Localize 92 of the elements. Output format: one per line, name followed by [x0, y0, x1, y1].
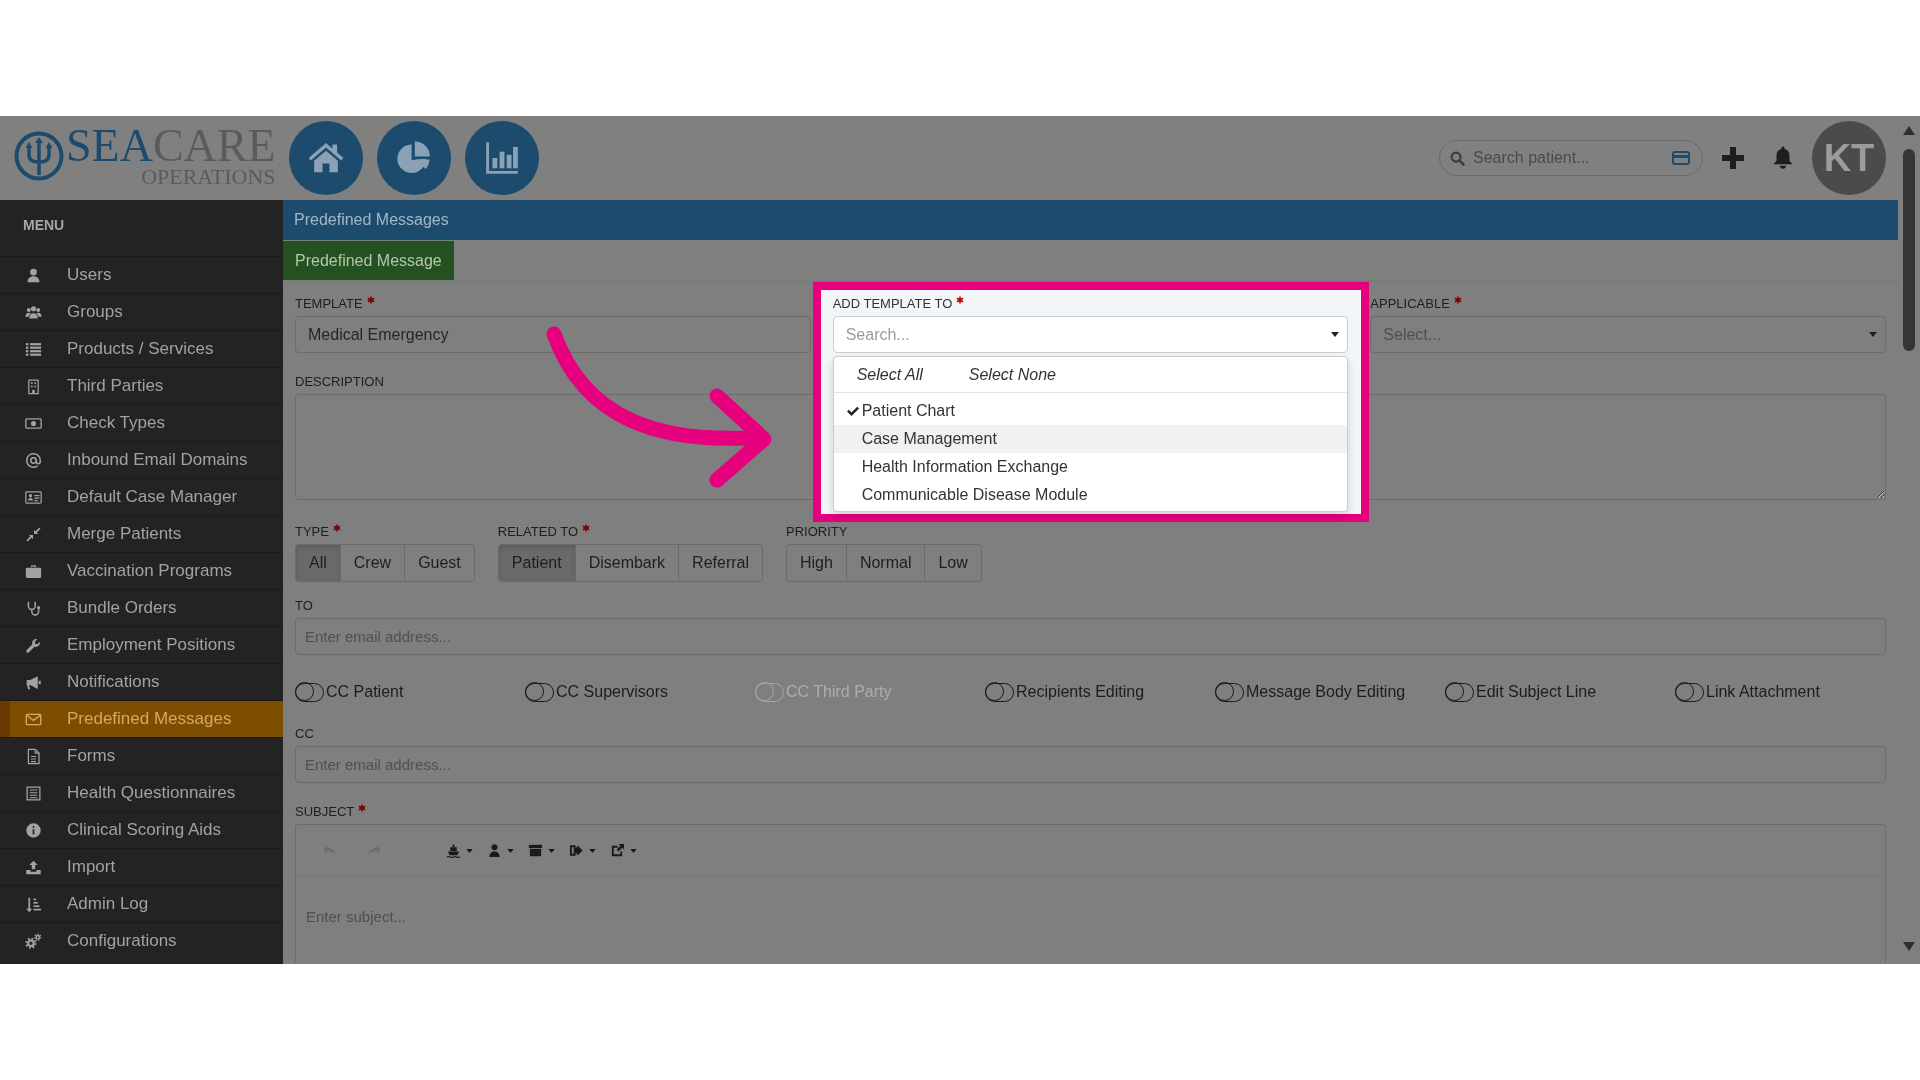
users-icon [25, 303, 42, 321]
upload-icon [25, 858, 42, 876]
id-card-icon [25, 488, 42, 506]
megaphone-icon [25, 673, 42, 691]
sidebar-item[interactable]: Import [0, 848, 283, 885]
caret-icon [630, 848, 637, 853]
segmented-button[interactable]: Crew [339, 544, 406, 582]
field-label: TYPE [295, 523, 329, 540]
scroll-down-icon[interactable] [1903, 942, 1915, 951]
briefcase-icon [25, 562, 42, 580]
document-icon [25, 747, 42, 765]
field-label: CC [295, 725, 314, 742]
segmented-button[interactable]: Guest [404, 544, 475, 582]
field-label: APPLICABLE [1370, 295, 1450, 312]
sidebar-item[interactable]: Default Case Manager [0, 478, 283, 515]
sidebar-item[interactable]: Groups [0, 293, 283, 330]
sidebar-item[interactable]: Health Questionnaires [0, 774, 283, 811]
link[interactable]: Select None [968, 365, 1056, 384]
sidebar-item[interactable]: Predefined Messages [0, 700, 283, 737]
field-label: ADD TEMPLATE TO [832, 295, 953, 312]
caret-icon [1331, 332, 1340, 337]
field-label: RELATED TO [497, 523, 578, 540]
list-box-icon [25, 784, 42, 802]
sidebar-item[interactable]: Users [0, 256, 283, 293]
compress-arrows-icon [25, 525, 42, 543]
toggle-label: Edit Subject Line [1476, 683, 1597, 701]
field-label: TO [295, 597, 313, 614]
stethoscope-icon [25, 599, 42, 617]
check-icon [845, 405, 860, 417]
dropdown-option[interactable]: Patient Chart [833, 397, 1348, 425]
plus-icon[interactable] [1722, 147, 1744, 169]
user-icon [25, 266, 42, 284]
building-icon [25, 377, 42, 395]
field-label: DESCRIPTION [295, 373, 384, 390]
bell-icon[interactable] [1772, 146, 1794, 170]
tab[interactable]: Predefined Message [283, 241, 454, 280]
segmented-button[interactable]: Normal [845, 544, 926, 582]
dropdown-option[interactable]: Communicable Disease Module [833, 481, 1348, 509]
sidebar-item[interactable]: Clinical Scoring Aids [0, 811, 283, 848]
archive-icon [528, 843, 543, 858]
toggle-label: CC Supervisors [556, 683, 669, 701]
text-input[interactable]: Medical Emergency [295, 316, 811, 353]
sidebar-item[interactable]: Configurations [0, 922, 283, 959]
segmented-button[interactable]: Low [924, 544, 982, 582]
list-icon [25, 340, 42, 358]
search-icon [1450, 151, 1465, 166]
sidebar-item[interactable]: Admin Log [0, 885, 283, 922]
link[interactable]: Select All [856, 365, 923, 384]
segmented-button[interactable]: Disembark [574, 544, 680, 582]
gears-icon [25, 932, 42, 950]
bar-chart-icon [483, 139, 521, 177]
page-title: Predefined Messages [294, 211, 449, 229]
sort-list-icon [25, 895, 42, 913]
toggle-label: CC Patient [326, 683, 404, 701]
caret-icon [589, 848, 596, 853]
sidebar-item[interactable]: Check Types [0, 404, 283, 441]
segmented-button[interactable]: High [786, 544, 847, 582]
at-sign-icon [25, 451, 42, 469]
info-icon [25, 821, 42, 839]
toggle-label: Recipients Editing [1016, 683, 1145, 701]
sidebar-item[interactable]: Employment Positions [0, 626, 283, 663]
sidebar-item[interactable]: Inbound Email Domains [0, 441, 283, 478]
card-icon[interactable] [1672, 151, 1690, 165]
sidebar-item[interactable]: Third Parties [0, 367, 283, 404]
menu-heading: MENU [23, 217, 65, 233]
caret-icon [1869, 332, 1877, 337]
wrench-icon [25, 636, 42, 654]
sidebar-item[interactable]: Forms [0, 737, 283, 774]
sign-out-icon [569, 843, 584, 858]
caret-icon [507, 848, 514, 853]
multi-select-field[interactable]: Search... [832, 316, 1349, 353]
scroll-up-icon[interactable] [1903, 126, 1915, 135]
logo-wordmark: SEACARE [66, 125, 276, 166]
segmented-button[interactable]: Referral [678, 544, 763, 582]
sidebar-item[interactable]: Products / Services [0, 330, 283, 367]
dropdown-option[interactable]: Case Management [833, 425, 1348, 453]
field-label: SUBJECT [295, 803, 355, 820]
scrollbar-thumb[interactable] [1903, 149, 1915, 351]
field-label: PRIORITY [786, 523, 848, 540]
toggle-label: Message Body Editing [1246, 683, 1406, 701]
caret-icon [466, 848, 473, 853]
sidebar-item[interactable]: Vaccination Programs [0, 552, 283, 589]
field-label: TEMPLATE [295, 295, 363, 312]
trident-logo-icon [14, 131, 64, 181]
share-icon [610, 843, 625, 858]
toggle-label: Link Attachment [1706, 683, 1820, 701]
sidebar-item[interactable]: Bundle Orders [0, 589, 283, 626]
dropdown-option[interactable]: Health Information Exchange [833, 453, 1348, 481]
caret-icon [548, 848, 555, 853]
user-icon [487, 843, 502, 858]
user-avatar[interactable]: KT [1812, 121, 1886, 195]
ship-icon [446, 843, 461, 858]
